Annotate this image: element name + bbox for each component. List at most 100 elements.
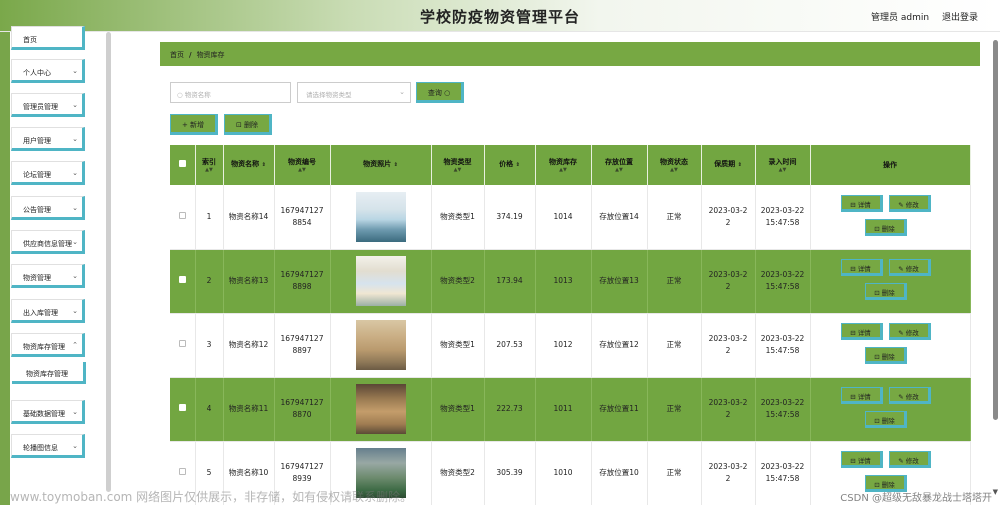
edit-button[interactable]: ✎ 修改	[888, 194, 931, 212]
sort-icon: ▲▼	[298, 167, 306, 173]
sidebar-item-stock[interactable]: 物资库存管理 ⌃	[11, 333, 85, 357]
cell-photo[interactable]	[330, 313, 432, 378]
sidebar-subitem-stock[interactable]: 物资库存管理	[12, 362, 86, 384]
sidebar-item-profile[interactable]: 个人中心 ⌄	[11, 59, 85, 83]
logout-link[interactable]: 退出登录	[942, 13, 978, 23]
cell-type: 物资类型1	[431, 313, 485, 378]
cell-type: 物资类型2	[431, 249, 485, 314]
type-select[interactable]: 请选择物资类型 ⌄	[297, 82, 411, 103]
delete-button[interactable]: ⊡ 删除	[864, 347, 907, 364]
sidebar-item-carousel[interactable]: 轮播图信息 ⌄	[11, 434, 85, 458]
sidebar-item-label: 物资管理	[23, 274, 51, 282]
delete-button[interactable]: ⊡ 删除	[864, 218, 907, 236]
col-photo[interactable]: 物资照片 ⇕	[330, 145, 432, 185]
edit-button[interactable]: ✎ 修改	[888, 323, 931, 340]
doc-icon: ⊟	[850, 200, 856, 209]
row-checkbox[interactable]	[170, 249, 196, 314]
chevron-down-icon: ⌄	[72, 307, 78, 315]
cell-expiry: 2023-03-22	[701, 441, 756, 505]
cell-location: 存放位置14	[591, 185, 648, 250]
col-name[interactable]: 物资名称 ⇕	[223, 145, 275, 185]
sidebar-item-admin[interactable]: 管理员管理 ⌄	[11, 93, 85, 117]
cell-entry-time: 2023-03-22 15:47:58	[755, 313, 811, 378]
cell-location: 存放位置11	[591, 377, 648, 442]
col-location[interactable]: 存放位置 ▲▼	[591, 145, 648, 185]
table-row[interactable]: 4 物资名称11 1679471278870 物资类型1 222.73 1011 存放位置1…	[170, 377, 971, 442]
sidebar-item-notice[interactable]: 公告管理 ⌄	[11, 196, 85, 220]
sidebar-item-basedata[interactable]: 基础数据管理 ⌄	[11, 400, 85, 424]
cell-photo[interactable]	[330, 185, 432, 250]
edit-button[interactable]: ✎ 修改	[888, 451, 931, 468]
select-all-checkbox[interactable]	[170, 145, 196, 185]
page-scrollbar[interactable]	[993, 40, 998, 420]
add-button[interactable]: + 新增	[170, 114, 218, 135]
sidebar-item-supplier[interactable]: 供应商信息管理 ⌄	[11, 230, 85, 254]
cell-expiry: 2023-03-22	[701, 377, 756, 442]
goods-photo[interactable]	[355, 384, 406, 434]
detail-button[interactable]: ⊟ 详情	[840, 194, 883, 212]
table-row[interactable]: 2 物资名称13 1679471278898 物资类型2 173.94 1013 存放位置1…	[170, 249, 971, 314]
col-expiry[interactable]: 保质期 ⇕	[701, 145, 756, 185]
col-status[interactable]: 物资状态 ▲▼	[647, 145, 702, 185]
chevron-down-icon: ⌄	[72, 169, 78, 177]
trash-icon: ⊡	[235, 121, 242, 129]
sidebar-item-forum[interactable]: 论坛管理 ⌄	[11, 161, 85, 185]
sort-icon: ▲▼	[670, 167, 678, 173]
search-name-input[interactable]: ○ 物资名称	[170, 82, 291, 103]
col-type[interactable]: 物资类型 ▲▼	[431, 145, 485, 185]
scroll-down-arrow-icon[interactable]: ▼	[993, 488, 998, 496]
detail-button[interactable]: ⊟ 详情	[840, 259, 883, 276]
query-button[interactable]: 查询 ○	[416, 82, 464, 103]
col-price[interactable]: 价格 ⇕	[484, 145, 536, 185]
breadcrumb-home[interactable]: 首页	[170, 51, 184, 59]
csdn-watermark: CSDN @超级无敌暴龙战士塔塔开	[840, 493, 992, 504]
delete-button[interactable]: ⊡ 删除	[864, 283, 907, 300]
chevron-down-icon: ⌄	[399, 88, 405, 96]
delete-button[interactable]: ⊡ 删除	[864, 411, 907, 428]
sidebar-item-inout[interactable]: 出入库管理 ⌄	[11, 299, 85, 323]
cell-stock: 1010	[535, 441, 592, 505]
row-checkbox[interactable]	[170, 313, 196, 378]
detail-button[interactable]: ⊟ 详情	[840, 387, 883, 404]
table-row[interactable]: 1 物资名称14 1679471278854 物资类型1 374.19 1014 存放位置1…	[170, 185, 971, 250]
breadcrumb: 首页 / 物资库存	[160, 42, 980, 66]
left-accent-stripe	[0, 0, 10, 505]
breadcrumb-separator: /	[189, 51, 192, 59]
goods-photo[interactable]	[355, 320, 406, 370]
row-checkbox[interactable]	[170, 185, 196, 250]
col-code[interactable]: 物资编号 ▲▼	[274, 145, 331, 185]
sort-icon: ▲▼	[559, 167, 567, 173]
sort-icon: ▲▼	[453, 167, 462, 173]
cell-price: 222.73	[484, 377, 536, 442]
detail-button[interactable]: ⊟ 详情	[840, 451, 883, 468]
type-select-placeholder: 请选择物资类型	[306, 91, 352, 99]
goods-photo[interactable]	[355, 191, 406, 242]
edit-button[interactable]: ✎ 修改	[888, 387, 931, 404]
chevron-down-icon: ⌄	[72, 101, 78, 109]
plus-icon: +	[181, 121, 188, 129]
cell-photo[interactable]	[330, 377, 432, 442]
cell-expiry: 2023-03-22	[701, 185, 756, 250]
cell-actions: ⊟ 详情 ✎ 修改 ⊡ 删除	[810, 249, 971, 314]
cell-photo[interactable]	[330, 249, 432, 314]
sidebar-item-label: 出入库管理	[23, 309, 58, 317]
goods-photo[interactable]	[355, 256, 406, 306]
chevron-down-icon: ⌄	[72, 135, 78, 143]
table-header-row: 索引 ▲▼ 物资名称 ⇕ 物资编号 ▲▼ 物资照片 ⇕ 物资类型 ▲▼ 价格 ⇕ 物资…	[170, 145, 971, 185]
col-stock[interactable]: 物资库存 ▲▼	[535, 145, 592, 185]
table-row[interactable]: 3 物资名称12 1679471278897 物资类型1 207.53 1012 存放位置1…	[170, 313, 971, 378]
col-entry-time[interactable]: 录入时间 ▲▼	[755, 145, 811, 185]
detail-button[interactable]: ⊟ 详情	[840, 323, 883, 340]
batch-delete-button[interactable]: ⊡ 删除	[224, 114, 272, 135]
sidebar-item-home[interactable]: 首页	[11, 26, 85, 50]
sidebar-item-goods[interactable]: 物资管理 ⌄	[11, 264, 85, 288]
col-index[interactable]: 索引 ▲▼	[195, 145, 224, 185]
edit-button[interactable]: ✎ 修改	[888, 259, 931, 276]
pencil-icon: ✎	[898, 329, 904, 337]
cell-entry-time: 2023-03-22 15:47:58	[755, 185, 811, 250]
row-checkbox[interactable]	[170, 377, 196, 442]
sidebar-scrollbar[interactable]	[106, 32, 111, 492]
sidebar-item-users[interactable]: 用户管理 ⌄	[11, 127, 85, 151]
cell-index: 3	[195, 313, 224, 378]
search-icon: ○	[177, 91, 183, 99]
